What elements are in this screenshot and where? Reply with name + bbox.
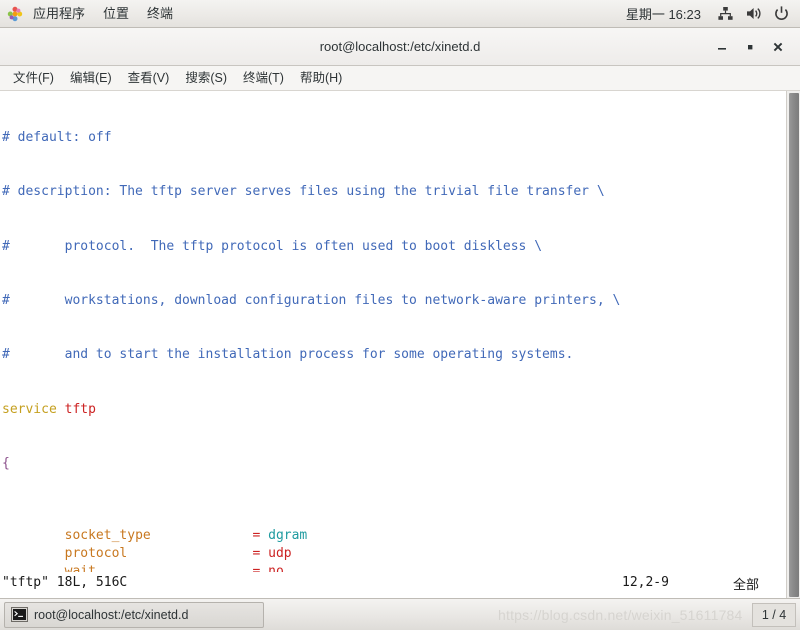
menu-help[interactable]: 帮助(H) bbox=[292, 66, 350, 90]
panel-clock[interactable]: 星期一 16:23 bbox=[616, 4, 711, 23]
taskbar-window-label: root@localhost:/etc/xinetd.d bbox=[34, 607, 189, 622]
gnome-applications-icon[interactable] bbox=[6, 5, 24, 23]
comment-hash: # bbox=[2, 238, 10, 254]
pinwheel-icon bbox=[7, 6, 23, 21]
taskbar-window-button[interactable]: root@localhost:/etc/xinetd.d bbox=[4, 601, 264, 628]
power-glyph bbox=[774, 6, 788, 21]
menu-search[interactable]: 搜索(S) bbox=[177, 66, 235, 90]
comment-text: protocol. The tftp protocol is often use… bbox=[9, 238, 543, 254]
gnome-taskbar: root@localhost:/etc/xinetd.d https://blo… bbox=[0, 598, 800, 630]
code-line: # default: off bbox=[2, 129, 786, 147]
terminal-screen[interactable]: # default: off # description: The tftp s… bbox=[0, 91, 800, 598]
minimize-icon bbox=[718, 47, 726, 50]
attribute-value: dgram bbox=[268, 528, 308, 544]
config-attribute-line: protocol = udp bbox=[2, 545, 786, 563]
window-controls bbox=[708, 28, 792, 65]
gnome-top-panel: 应用程序 位置 终端 星期一 16:23 bbox=[0, 0, 800, 28]
maximize-icon bbox=[748, 44, 753, 49]
open-brace: { bbox=[2, 455, 10, 471]
code-line: # and to start the installation process … bbox=[2, 346, 786, 364]
power-icon[interactable] bbox=[770, 3, 792, 25]
service-name: tftp bbox=[64, 401, 96, 417]
service-keyword: service bbox=[2, 401, 57, 417]
panel-menu-places[interactable]: 位置 bbox=[94, 0, 138, 27]
code-line: # workstations, download configuration f… bbox=[2, 292, 786, 310]
terminal-window: root@localhost:/etc/xinetd.d 文件(F) 编辑(E)… bbox=[0, 28, 800, 598]
comment-text: # description: The tftp server serves fi… bbox=[2, 184, 605, 200]
maximize-button[interactable] bbox=[736, 33, 764, 61]
menu-view[interactable]: 查看(V) bbox=[120, 66, 178, 90]
attribute-gap bbox=[127, 546, 252, 561]
comment-text: workstations, download configuration fil… bbox=[9, 293, 621, 309]
panel-menu-terminal[interactable]: 终端 bbox=[138, 0, 182, 27]
code-line: # protocol. The tftp protocol is often u… bbox=[2, 238, 786, 256]
close-button[interactable] bbox=[764, 33, 792, 61]
terminal-scrollbar[interactable] bbox=[786, 91, 800, 598]
terminal-icon bbox=[11, 607, 28, 622]
attribute-gap bbox=[151, 528, 253, 543]
comment-hash: # bbox=[2, 347, 10, 363]
panel-menu-applications[interactable]: 应用程序 bbox=[24, 0, 94, 27]
close-icon bbox=[773, 42, 783, 51]
attribute-equals: = bbox=[252, 528, 269, 544]
comment-text: and to start the installation process fo… bbox=[9, 347, 574, 363]
attribute-value: udp bbox=[268, 546, 292, 562]
code-line-service: service tftp bbox=[2, 401, 786, 419]
volume-glyph bbox=[746, 8, 761, 19]
status-scroll-indicator: 全部 bbox=[733, 577, 760, 592]
workspace-switcher[interactable]: 1 / 4 bbox=[752, 603, 796, 627]
status-cursor-position: 12,2-9 bbox=[622, 575, 669, 590]
window-title: root@localhost:/etc/xinetd.d bbox=[319, 39, 481, 54]
attribute-key: socket_type bbox=[64, 528, 151, 544]
window-titlebar[interactable]: root@localhost:/etc/xinetd.d bbox=[0, 28, 800, 66]
network-glyph bbox=[717, 7, 733, 20]
attribute-equals: = bbox=[252, 546, 269, 562]
comment-hash: # bbox=[2, 293, 10, 309]
terminal-menubar: 文件(F) 编辑(E) 查看(V) 搜索(S) 终端(T) 帮助(H) bbox=[0, 66, 800, 91]
network-icon[interactable] bbox=[714, 3, 736, 25]
attribute-key: protocol bbox=[64, 546, 128, 562]
watermark-text: https://blog.csdn.net/weixin_51611784 bbox=[498, 607, 743, 623]
status-file-info: "tftp" 18L, 516C bbox=[2, 575, 128, 590]
minimize-button[interactable] bbox=[708, 33, 736, 61]
comment-text: # default: off bbox=[2, 130, 112, 146]
code-line: # description: The tftp server serves fi… bbox=[2, 183, 786, 201]
config-attribute-line: socket_type = dgram bbox=[2, 527, 786, 545]
menu-file[interactable]: 文件(F) bbox=[5, 66, 62, 90]
vim-status-line: "tftp" 18L, 516C 12,2-9 全部 bbox=[0, 572, 786, 598]
code-line-open-brace: { bbox=[2, 455, 786, 473]
scrollbar-thumb[interactable] bbox=[789, 93, 799, 597]
menu-terminal[interactable]: 终端(T) bbox=[235, 66, 292, 90]
menu-edit[interactable]: 编辑(E) bbox=[62, 66, 120, 90]
vim-buffer[interactable]: # default: off # description: The tftp s… bbox=[0, 91, 786, 598]
volume-icon[interactable] bbox=[742, 3, 764, 25]
workspace-label: 1 / 4 bbox=[761, 608, 787, 622]
